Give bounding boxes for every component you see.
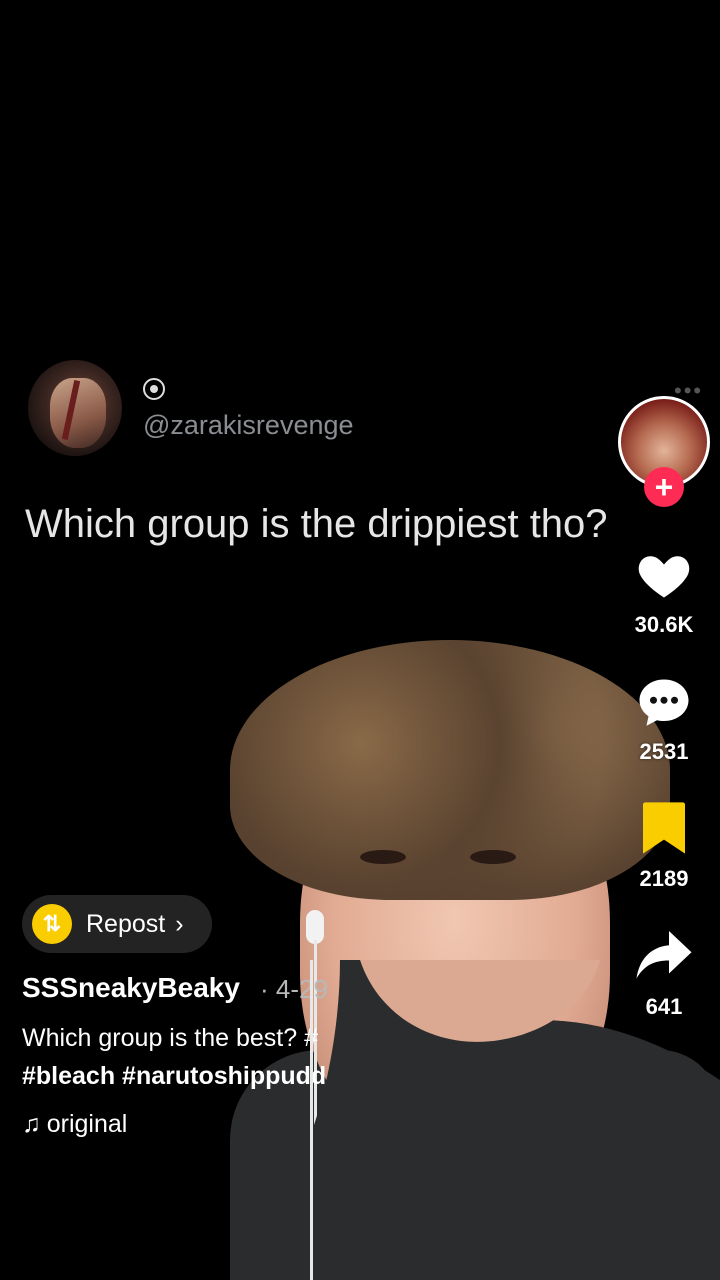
repost-icon: ⇅ bbox=[32, 904, 72, 944]
tweet-handle: @zarakisrevenge bbox=[143, 410, 354, 440]
author-username[interactable]: SSSneakyBeaky bbox=[22, 972, 240, 1004]
save-count-wrapper: 2189 bbox=[614, 866, 714, 892]
sound-link[interactable]: ♫ original bbox=[22, 1110, 127, 1139]
post-hashtags[interactable]: #bleach #narutoshippudde bbox=[22, 1062, 340, 1091]
repost-button[interactable]: ⇅ Repost › bbox=[22, 895, 212, 953]
tweet-text: Which group is the drippiest tho? bbox=[25, 502, 608, 546]
comment-count: 2531 bbox=[639, 739, 689, 764]
like-count: 30.6K bbox=[634, 612, 694, 637]
comment-count-wrapper: 2531 bbox=[614, 739, 714, 765]
repost-label: Repost bbox=[86, 909, 166, 938]
follow-button[interactable]: + bbox=[644, 467, 684, 507]
chevron-right-icon: › bbox=[175, 909, 184, 938]
bookmark-icon[interactable] bbox=[638, 800, 690, 856]
creator-overlay bbox=[300, 960, 720, 1280]
post-caption[interactable]: Which group is the best? # bbox=[22, 1024, 318, 1053]
music-note-icon: ♫ bbox=[22, 1110, 41, 1138]
verified-badge-icon bbox=[143, 378, 165, 400]
sound-name: original bbox=[46, 1110, 128, 1138]
comment-icon[interactable] bbox=[634, 672, 694, 732]
heart-icon[interactable] bbox=[634, 545, 694, 605]
save-count: 2189 bbox=[639, 866, 689, 891]
tweet-avatar bbox=[28, 360, 122, 456]
like-count-wrapper: 30.6K bbox=[614, 612, 714, 638]
